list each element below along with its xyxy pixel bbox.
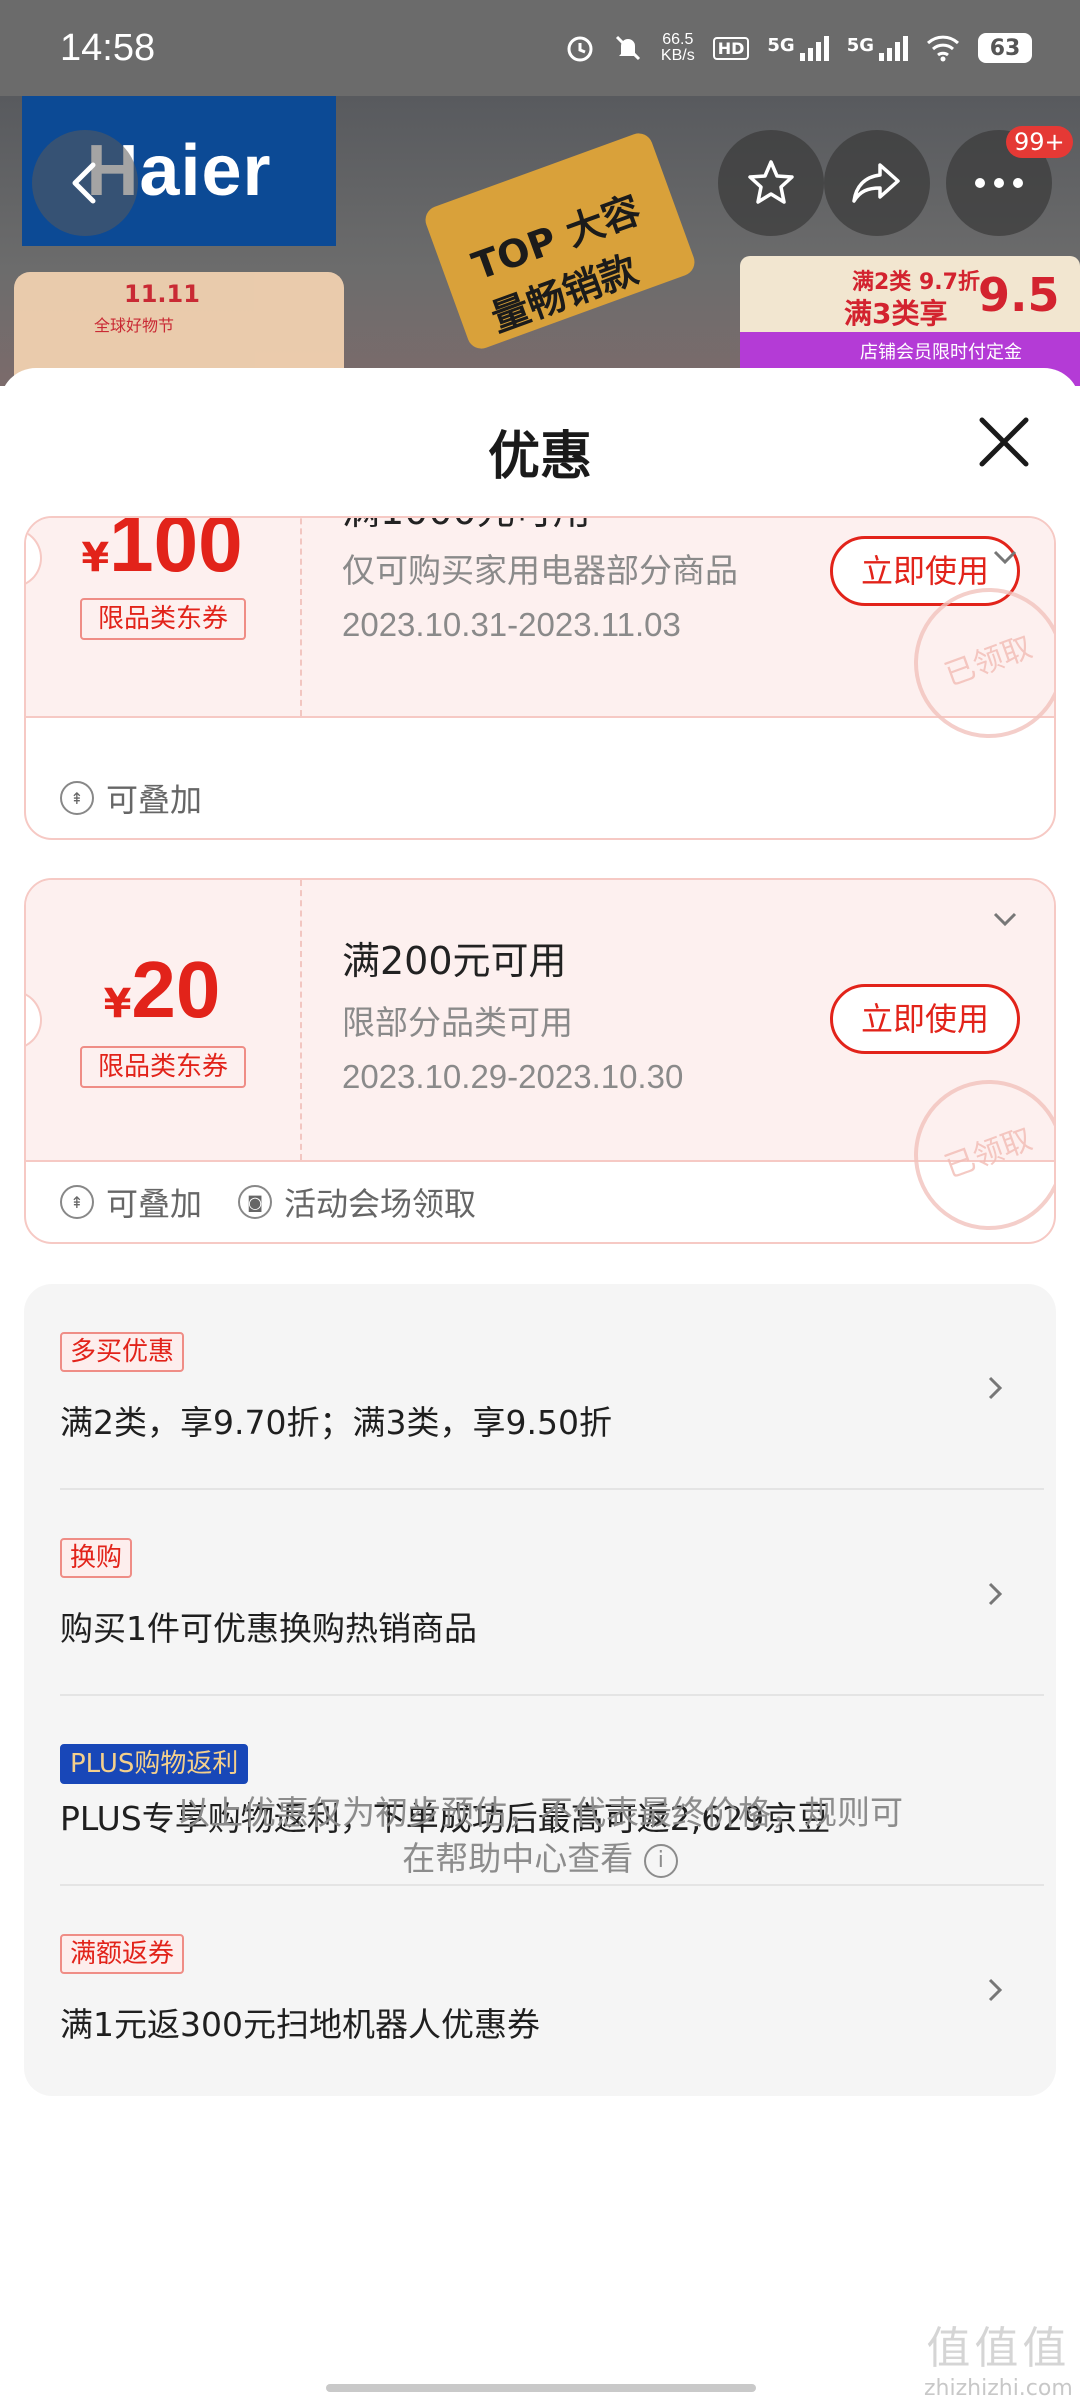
coupon-dates: 2023.10.29-2023.10.30	[342, 1058, 684, 1095]
venue-claim-tag: ◙ 活动会场领取	[238, 1179, 476, 1225]
promotion-list: 多买优惠 满2类，享9.70折；满3类，享9.50折 换购 购买1件可优惠换购热…	[24, 1284, 1056, 2096]
disclaimer-line-1: 以上优惠仅为初步预估，不代表最终价格，规则可	[177, 1793, 903, 1832]
stack-icon: ⇞	[60, 781, 94, 815]
coupon-dates: 2023.10.31-2023.11.03	[342, 606, 681, 643]
promotion-item[interactable]: 多买优惠 满2类，享9.70折；满3类，享9.50折	[60, 1284, 1044, 1490]
promo-1111-text: 11.11	[124, 280, 200, 308]
promo-sub-text: 全球好物节	[94, 316, 175, 335]
info-icon[interactable]: i	[643, 1843, 678, 1878]
coupon-card: ¥20 限品类东券 满200元可用 限部分品类可用 2023.10.29-202…	[24, 878, 1056, 1244]
stack-icon: ⇞	[60, 1185, 94, 1219]
coupon-value: 100	[109, 516, 243, 588]
net-speed: 66.5 KB/s	[661, 32, 695, 64]
close-icon	[979, 417, 1029, 467]
wifi-icon	[926, 34, 960, 62]
back-arrow-icon	[72, 162, 96, 204]
top-badge-graphic: TOP 大容量畅销款	[421, 129, 699, 353]
discount-sheet: 优惠 ¥100 限品类东券 满1000元可用 仅可购买家用电器部分商品 2023…	[0, 368, 1080, 2400]
coupon-scope: 仅可购买家用电器部分商品	[342, 551, 738, 590]
promotion-item[interactable]: 换购 购买1件可优惠换购热销商品	[60, 1490, 1044, 1696]
net-speed-unit: KB/s	[660, 47, 695, 64]
status-bar: 14:58 66.5 KB/s HD 5G 5G 63	[0, 0, 1080, 96]
coupon-body: ¥20 限品类东券 满200元可用 限部分品类可用 2023.10.29-202…	[26, 880, 1054, 1242]
watermark: 值值值 zhizhizhi.com	[924, 2312, 1073, 2400]
favorite-button[interactable]	[718, 130, 824, 236]
coupon-currency: ¥	[103, 981, 132, 1027]
mute-bell-icon	[613, 33, 643, 63]
chevron-right-icon	[988, 1582, 1003, 1606]
coupon-condition: 满200元可用	[342, 939, 567, 983]
coupon-type-tag: 限品类东券	[80, 598, 246, 640]
chevron-down-icon[interactable]	[990, 904, 1020, 934]
coupon-divider	[300, 518, 302, 716]
venue-claim-label: 活动会场领取	[284, 1185, 477, 1223]
chevron-right-icon	[988, 1376, 1003, 1400]
alarm-icon	[565, 33, 595, 63]
plus-rebate-tag: PLUS购物返利	[60, 1744, 249, 1784]
coupon-value: 20	[131, 945, 221, 1034]
hd-badge: HD	[712, 36, 750, 60]
stackable-label: 可叠加	[106, 781, 203, 819]
promotion-tag: 满额返券	[60, 1934, 185, 1974]
offer-b-text: 满3类享	[844, 297, 948, 330]
coupon-amount: ¥100	[26, 516, 298, 590]
disclaimer: 以上优惠仅为初步预估，不代表最终价格，规则可 在帮助中心查看 i	[0, 1790, 1080, 1882]
promotion-text: 满2类，享9.70折；满3类，享9.50折	[60, 1403, 612, 1442]
status-time: 14:58	[60, 26, 156, 69]
stackable-tag: ⇞ 可叠加	[60, 775, 202, 821]
chevron-down-icon[interactable]	[990, 542, 1020, 572]
coupon-currency: ¥	[81, 535, 110, 581]
share-icon	[852, 163, 900, 203]
ticket-icon: ◙	[238, 1185, 273, 1219]
close-button[interactable]	[974, 412, 1034, 472]
watermark-domain: zhizhizhi.com	[924, 2376, 1073, 2400]
coupon-card: ¥100 限品类东券 满1000元可用 仅可购买家用电器部分商品 2023.10…	[24, 516, 1056, 840]
promotion-tag: 多买优惠	[60, 1332, 185, 1372]
chevron-right-icon	[988, 1978, 1003, 2002]
sim2-label: 5G	[846, 35, 874, 56]
coupon-footer: ⇞ 可叠加 ◙ 活动会场领取	[26, 1162, 1054, 1242]
coupon-footer: ⇞ 可叠加	[26, 758, 1054, 838]
back-button[interactable]	[32, 130, 138, 236]
share-button[interactable]	[824, 130, 930, 236]
signal-1-icon: 5G	[767, 35, 829, 61]
coupon-scope: 限部分品类可用	[342, 1003, 573, 1042]
coupon-divider	[300, 880, 302, 1160]
home-indicator[interactable]	[326, 2384, 756, 2392]
disclaimer-line-2: 在帮助中心查看	[402, 1839, 634, 1878]
battery-icon: 63	[978, 33, 1032, 63]
coupon-amount: ¥20	[26, 944, 298, 1036]
star-icon	[748, 160, 794, 204]
net-speed-value: 66.5	[662, 31, 694, 48]
more-dots-icon	[975, 178, 1023, 188]
use-now-button[interactable]: 立即使用	[830, 984, 1020, 1054]
promotion-text: 购买1件可优惠换购热销商品	[60, 1609, 477, 1648]
promotion-item[interactable]: 满额返券 满1元返300元扫地机器人优惠券	[60, 1886, 1044, 2092]
coupon-body: ¥100 限品类东券 满1000元可用 仅可购买家用电器部分商品 2023.10…	[26, 516, 1054, 760]
signal-2-icon: 5G	[847, 35, 908, 61]
watermark-glyphs: 值值值	[926, 2323, 1071, 2374]
member-text: 店铺会员限时付定金	[860, 342, 1022, 363]
coupon-type-tag: 限品类东券	[80, 1046, 246, 1088]
stackable-label: 可叠加	[106, 1185, 203, 1223]
sim1-label: 5G	[767, 35, 795, 56]
top-badge-text: TOP 大容量畅销款	[466, 187, 647, 341]
promotion-tag: 换购	[60, 1538, 133, 1578]
notification-badge: 99+	[1006, 126, 1073, 158]
status-icons: 66.5 KB/s HD 5G 5G 63	[565, 32, 1032, 64]
coupon-condition: 满1000元可用	[342, 518, 591, 535]
sheet-title: 优惠	[487, 427, 592, 487]
promotion-text: 满1元返300元扫地机器人优惠券	[60, 2005, 540, 2044]
product-banner: Haier 11.11 全球好物节 TOP 大容量畅销款 满2类 9.7折 满3…	[0, 96, 1080, 386]
stackable-tag: ⇞ 可叠加	[60, 1179, 202, 1225]
